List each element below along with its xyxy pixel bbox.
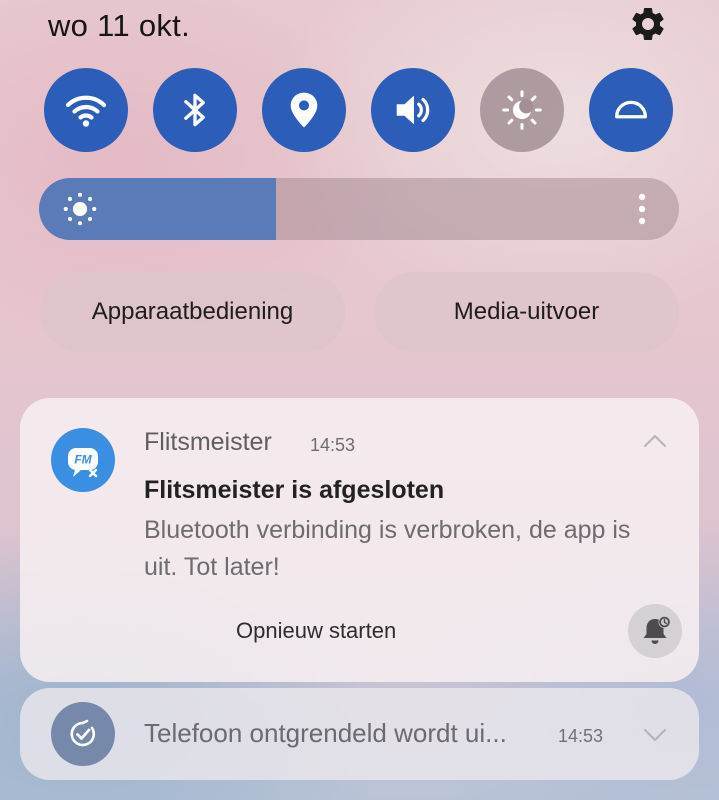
half-circle-icon: [614, 100, 648, 119]
volume-icon: [396, 95, 430, 125]
notification-time: 14:53: [310, 435, 356, 455]
notification-time: 14:53: [558, 726, 604, 746]
location-toggle[interactable]: [262, 68, 346, 152]
notification-text: Telefoon ontgrendeld wordt ui...: [144, 718, 507, 748]
notification-card-collapsed[interactable]: Telefoon ontgrendeld wordt ui... 14:53: [20, 688, 699, 780]
chevron-down-icon[interactable]: [642, 726, 668, 744]
app-icon-text: FM: [74, 453, 92, 467]
more-vertical-icon[interactable]: [633, 192, 651, 226]
restart-button[interactable]: Opnieuw starten: [236, 618, 396, 644]
gear-icon[interactable]: [628, 4, 668, 44]
app-name: Flitsmeister: [144, 428, 272, 456]
eye-comfort-toggle[interactable]: [480, 68, 564, 152]
notification-body: Bluetooth verbinding is verbroken, de ap…: [144, 516, 631, 581]
bluetooth-toggle[interactable]: [153, 68, 237, 152]
device-control-button[interactable]: Apparaatbediening: [40, 272, 345, 352]
app-icon: [51, 702, 115, 766]
notification-card[interactable]: FM Flitsmeister 14:53 Flitsmeister is af…: [20, 398, 699, 682]
date-label: wo 11 okt.: [48, 8, 191, 43]
chevron-up-icon[interactable]: [642, 432, 668, 450]
sun-moon-icon: [502, 90, 542, 130]
notification-title: Flitsmeister is afgesloten: [144, 476, 445, 504]
dark-mode-toggle[interactable]: [589, 68, 673, 152]
media-output-button[interactable]: Media-uitvoer: [374, 272, 679, 352]
wifi-toggle[interactable]: [44, 68, 128, 152]
wifi-icon: [65, 95, 107, 127]
bluetooth-icon: [184, 93, 205, 127]
flitsmeister-app-icon: FM: [51, 428, 115, 492]
bell-icon: [643, 616, 671, 644]
brightness-slider[interactable]: [39, 178, 679, 240]
snooze-bell-button[interactable]: [628, 604, 682, 658]
sound-toggle[interactable]: [371, 68, 455, 152]
sun-icon: [63, 192, 97, 226]
location-pin-icon: [290, 92, 318, 128]
check-clock-icon: [70, 719, 96, 747]
